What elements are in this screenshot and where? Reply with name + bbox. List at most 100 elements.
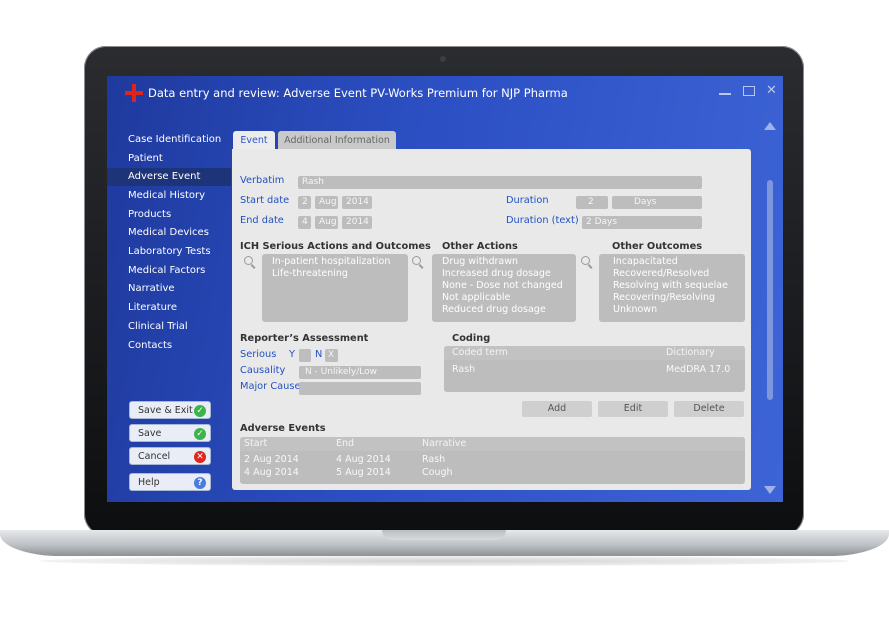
list-item[interactable]: Incapacitated — [613, 256, 678, 267]
verbatim-label: Verbatim — [240, 175, 285, 186]
duration-text-input[interactable]: 2 Days — [582, 216, 702, 229]
duration-input[interactable]: 2 — [576, 196, 608, 209]
scroll-down-icon[interactable] — [764, 486, 776, 494]
sidebar-item-clinical-trial[interactable]: Clinical Trial — [107, 318, 231, 336]
save-button[interactable]: Save ✓ — [129, 424, 211, 442]
tab-additional-information[interactable]: Additional Information — [278, 131, 396, 150]
coding-dictionary-header: Dictionary — [666, 347, 715, 358]
close-icon[interactable]: ✕ — [766, 83, 777, 98]
ich-list[interactable]: In-patient hospitalization Life-threaten… — [262, 254, 408, 322]
sidebar-item-case-identification[interactable]: Case Identification — [107, 131, 231, 149]
delete-button[interactable]: Delete — [674, 401, 744, 417]
start-day-input[interactable]: 2 — [298, 196, 311, 209]
adverse-events-heading: Adverse Events — [240, 423, 326, 434]
verbatim-input[interactable]: Rash — [298, 176, 702, 189]
scroll-thumb[interactable] — [767, 180, 773, 400]
start-date-label: Start date — [240, 195, 290, 206]
serious-no-checkbox[interactable]: X — [325, 349, 338, 362]
duration-text-label: Duration (text) — [506, 215, 579, 226]
other-outcomes-heading: Other Outcomes — [612, 241, 703, 252]
title-bar: Data entry and review: Adverse Event PV-… — [107, 76, 783, 110]
other-outcomes-list[interactable]: Incapacitated Recovered/Resolved Resolvi… — [599, 254, 745, 322]
ae-end-header: End — [336, 438, 355, 449]
serious-yes-label: Y — [289, 349, 295, 360]
list-item[interactable]: Resolving with sequelae — [613, 280, 728, 291]
search-icon[interactable] — [244, 256, 256, 268]
ae-narrative-cell: Cough — [422, 467, 453, 478]
major-cause-input[interactable] — [299, 382, 421, 395]
start-month-input[interactable]: Aug — [315, 196, 338, 209]
window-title: Data entry and review: Adverse Event PV-… — [148, 86, 568, 100]
cancel-label: Cancel — [138, 451, 171, 462]
ae-start-cell: 2 Aug 2014 — [244, 454, 299, 465]
ae-start-cell: 4 Aug 2014 — [244, 467, 299, 478]
causality-label: Causality — [240, 365, 286, 376]
save-label: Save — [138, 428, 162, 439]
adverse-events-table: Start End Narrative 2 Aug 2014 4 Aug 201… — [240, 437, 745, 484]
table-row[interactable]: 4 Aug 2014 5 Aug 2014 Cough — [240, 467, 745, 479]
serious-yes-checkbox[interactable] — [299, 349, 311, 362]
ich-heading: ICH Serious Actions and Outcomes — [240, 241, 431, 252]
coding-heading: Coding — [452, 333, 491, 344]
sidebar-item-products[interactable]: Products — [107, 206, 231, 224]
ae-end-cell: 4 Aug 2014 — [336, 454, 391, 465]
minimize-icon[interactable] — [719, 83, 731, 95]
restore-icon[interactable] — [743, 86, 755, 96]
list-item[interactable]: Drug withdrawn — [442, 256, 518, 267]
end-month-input[interactable]: Aug — [315, 216, 338, 229]
help-button[interactable]: Help ? — [129, 473, 211, 491]
cancel-button[interactable]: Cancel ✕ — [129, 447, 211, 465]
help-label: Help — [138, 477, 160, 488]
other-actions-list[interactable]: Drug withdrawn Increased drug dosage Non… — [432, 254, 576, 322]
tab-event[interactable]: Event — [233, 131, 275, 150]
ae-narrative-header: Narrative — [422, 438, 467, 449]
sidebar-item-literature[interactable]: Literature — [107, 299, 231, 317]
end-day-input[interactable]: 4 — [298, 216, 311, 229]
laptop-shadow — [40, 556, 849, 566]
list-item[interactable]: Life-threatening — [272, 268, 348, 279]
edit-button[interactable]: Edit — [598, 401, 668, 417]
sidebar-item-patient[interactable]: Patient — [107, 150, 231, 168]
search-icon[interactable] — [412, 256, 424, 268]
duration-label: Duration — [506, 195, 549, 206]
serious-label: Serious — [240, 349, 277, 360]
sidebar-item-adverse-event[interactable]: Adverse Event — [107, 168, 231, 186]
sidebar-item-medical-devices[interactable]: Medical Devices — [107, 224, 231, 242]
dictionary-cell[interactable]: MedDRA 17.0 — [666, 364, 730, 375]
camera-icon — [440, 56, 446, 62]
help-icon: ? — [194, 477, 206, 489]
add-button[interactable]: Add — [522, 401, 592, 417]
list-item[interactable]: Reduced drug dosage — [442, 304, 546, 315]
end-date-label: End date — [240, 215, 284, 226]
app-window: Data entry and review: Adverse Event PV-… — [107, 76, 783, 502]
list-item[interactable]: In-patient hospitalization — [272, 256, 390, 267]
duration-unit-select[interactable]: Days — [612, 196, 702, 209]
sidebar-item-medical-history[interactable]: Medical History — [107, 187, 231, 205]
sidebar-item-narrative[interactable]: Narrative — [107, 280, 231, 298]
list-item[interactable]: None - Dose not changed — [442, 280, 563, 291]
list-item[interactable]: Not applicable — [442, 292, 510, 303]
end-year-input[interactable]: 2014 — [342, 216, 372, 229]
scroll-up-icon[interactable] — [764, 122, 776, 130]
start-year-input[interactable]: 2014 — [342, 196, 372, 209]
coded-term-cell[interactable]: Rash — [452, 364, 475, 375]
sidebar-item-medical-factors[interactable]: Medical Factors — [107, 262, 231, 280]
search-icon[interactable] — [581, 256, 593, 268]
medical-cross-icon — [125, 84, 143, 102]
ae-end-cell: 5 Aug 2014 — [336, 467, 391, 478]
ae-start-header: Start — [244, 438, 268, 449]
causality-select[interactable]: N - Unlikely/Low — [299, 366, 421, 379]
x-circle-icon: ✕ — [194, 451, 206, 463]
event-panel: Verbatim Rash Start date 2 Aug 2014 End … — [232, 149, 751, 490]
scrollbar[interactable] — [763, 116, 777, 498]
other-actions-heading: Other Actions — [442, 241, 518, 252]
serious-no-label: N — [315, 349, 323, 360]
list-item[interactable]: Recovered/Resolved — [613, 268, 709, 279]
list-item[interactable]: Increased drug dosage — [442, 268, 551, 279]
list-item[interactable]: Recovering/Resolving — [613, 292, 715, 303]
list-item[interactable]: Unknown — [613, 304, 657, 315]
sidebar-item-contacts[interactable]: Contacts — [107, 337, 231, 355]
table-row[interactable]: 2 Aug 2014 4 Aug 2014 Rash — [240, 454, 745, 466]
sidebar-item-laboratory-tests[interactable]: Laboratory Tests — [107, 243, 231, 261]
save-exit-button[interactable]: Save & Exit ✓ — [129, 401, 211, 419]
